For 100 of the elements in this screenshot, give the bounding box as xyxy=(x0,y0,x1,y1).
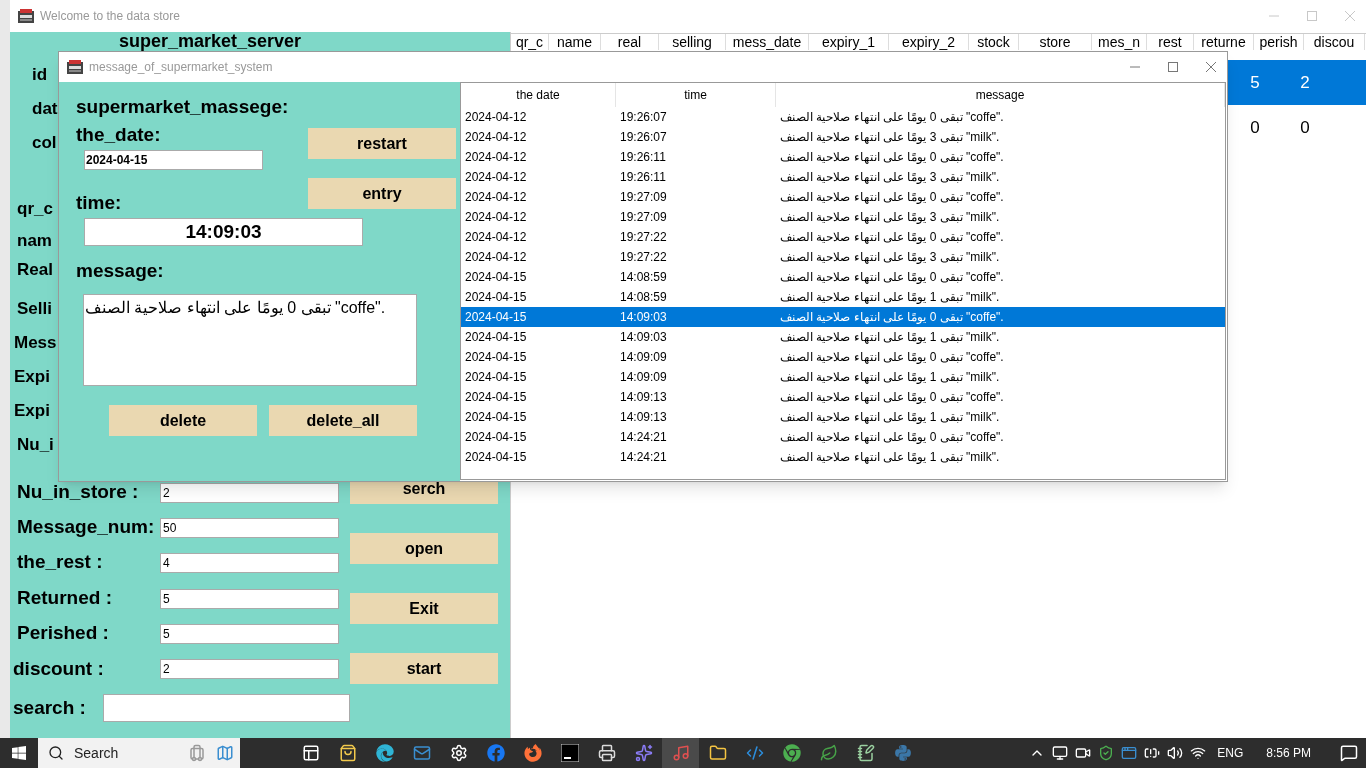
search-box[interactable]: Search xyxy=(38,738,240,768)
column-header[interactable]: discou xyxy=(1304,34,1365,50)
value-field[interactable]: 4 xyxy=(160,552,339,573)
time-field[interactable]: 14:09:03 xyxy=(84,218,363,246)
app-window-icon[interactable] xyxy=(1121,745,1138,761)
field-label: dat xyxy=(32,99,58,119)
field-label: time: xyxy=(76,192,123,214)
time-cell-text: 14:08:59 xyxy=(619,269,668,286)
time-cell-text: 14:09:03 xyxy=(619,309,668,326)
window-title: message_of_supermarket_system xyxy=(89,59,274,76)
field-label: qr_c xyxy=(17,199,53,219)
action-button[interactable]: delete xyxy=(109,405,257,436)
message-cell-text: تبقى 0 يومًا على انتهاء صلاحية الصنف "coffe". xyxy=(779,389,1005,406)
table-cell-text: 0 xyxy=(1299,116,1311,139)
message-cell-text: تبقى 0 يومًا على انتهاء صلاحية الصنف "coffe". xyxy=(779,309,1005,326)
clock[interactable]: 8:56 PM xyxy=(1266,744,1311,762)
camera-icon[interactable] xyxy=(1075,745,1092,761)
time-cell-text: 19:27:22 xyxy=(619,229,668,246)
message-field[interactable]: تبقى 0 يومًا على انتهاء صلاحية الصنف "coffe". xyxy=(83,294,417,386)
close-icon[interactable] xyxy=(1205,61,1217,73)
message-cell-text: تبقى 0 يومًا على انتهاء صلاحية الصنف "coffe". xyxy=(779,269,1005,286)
message-cell-text: تبقى 3 يومًا على انتهاء صلاحية الصنف "milk". xyxy=(779,129,1001,146)
language-indicator[interactable]: ENG xyxy=(1217,744,1244,762)
field-label: Expi xyxy=(14,401,50,421)
date-field[interactable]: 2024-04-15 xyxy=(84,150,263,170)
value-field[interactable]: 50 xyxy=(160,517,339,538)
field-label: col xyxy=(32,133,57,153)
window-title: Welcome to the data store xyxy=(40,8,181,25)
notification-icon[interactable] xyxy=(1340,744,1358,762)
time-cell-text: 14:24:21 xyxy=(619,429,668,446)
time-cell-text: 14:09:03 xyxy=(619,329,668,346)
field-label: the_rest : xyxy=(16,550,104,575)
time-cell-text: 14:09:13 xyxy=(619,389,668,406)
date-cell-text: 2024-04-15 xyxy=(464,449,528,466)
field-label: Selli xyxy=(17,299,52,319)
time-cell-text: 14:24:21 xyxy=(619,449,668,466)
luggage-icon xyxy=(188,744,206,762)
value-field[interactable]: 2 xyxy=(160,659,339,679)
monitor-icon[interactable] xyxy=(1052,745,1069,761)
battery-icon[interactable] xyxy=(1144,745,1161,761)
search-field[interactable] xyxy=(103,694,350,722)
message-cell-text: تبقى 1 يومًا على انتهاء صلاحية الصنف "milk". xyxy=(779,409,1001,426)
action-button[interactable]: Exit xyxy=(350,593,498,624)
time-cell-text: 19:26:11 xyxy=(619,169,667,186)
message-cell-text: تبقى 0 يومًا على انتهاء صلاحية الصنف "coffe". xyxy=(779,109,1005,126)
map-icon xyxy=(216,744,234,762)
field-label: Real xyxy=(17,260,53,280)
date-cell-text: 2024-04-15 xyxy=(464,349,528,366)
column-header[interactable]: perish xyxy=(1254,34,1304,50)
column-header[interactable]: message xyxy=(776,83,1225,107)
message-cell-text: تبقى 0 يومًا على انتهاء صلاحية الصنف "coffe". xyxy=(779,149,1005,166)
maximize-icon[interactable] xyxy=(1167,61,1179,73)
date-cell-text: 2024-04-15 xyxy=(464,309,528,326)
action-button[interactable]: entry xyxy=(308,178,456,209)
column-header[interactable]: the date xyxy=(461,83,616,107)
message-cell-text: تبقى 0 يومًا على انتهاء صلاحية الصنف "coffe". xyxy=(779,189,1005,206)
field-label: Perished : xyxy=(16,621,110,646)
message-cell-text: تبقى 3 يومًا على انتهاء صلاحية الصنف "milk". xyxy=(779,209,1001,226)
field-label: nam xyxy=(17,231,52,251)
table-cell-text: 5 xyxy=(1249,71,1261,94)
value-field[interactable]: 2 xyxy=(160,482,339,503)
windows-icon xyxy=(11,745,27,761)
message-cell-text: تبقى 3 يومًا على انتهاء صلاحية الصنف "milk". xyxy=(779,169,1001,186)
action-button[interactable]: delete_all xyxy=(269,405,417,436)
message-cell-text: تبقى 0 يومًا على انتهاء صلاحية الصنف "coffe". xyxy=(779,349,1005,366)
message-cell-text: تبقى 3 يومًا على انتهاء صلاحية الصنف "milk". xyxy=(779,249,1001,266)
field-label: Expi xyxy=(14,367,50,387)
field-label: Nu_in_store : xyxy=(16,480,140,505)
column-header[interactable]: time xyxy=(616,83,776,107)
date-cell-text: 2024-04-12 xyxy=(464,229,528,246)
time-cell-text: 19:27:09 xyxy=(619,209,668,226)
message-cell-text: تبقى 0 يومًا على انتهاء صلاحية الصنف "coffe". xyxy=(779,229,1005,246)
action-button[interactable]: restart xyxy=(308,128,456,159)
shield-icon[interactable] xyxy=(1098,745,1115,761)
field-label: Returned : xyxy=(16,586,113,611)
value-field[interactable]: 5 xyxy=(160,623,339,644)
action-button[interactable]: start xyxy=(350,653,498,684)
date-cell-text: 2024-04-15 xyxy=(464,269,528,286)
date-cell-text: 2024-04-12 xyxy=(464,209,528,226)
wifi-icon[interactable] xyxy=(1190,745,1207,761)
volume-icon[interactable] xyxy=(1167,745,1184,761)
field-label: id xyxy=(32,65,48,85)
form-heading: supermarket_massege: xyxy=(76,96,290,118)
time-cell-text: 14:09:09 xyxy=(619,349,668,366)
date-cell-text: 2024-04-12 xyxy=(464,149,528,166)
panel-heading: super_market_server xyxy=(118,32,302,51)
time-cell-text: 19:27:09 xyxy=(619,189,668,206)
date-cell-text: 2024-04-15 xyxy=(464,289,528,306)
action-button[interactable]: open xyxy=(350,533,498,564)
field-label: message: xyxy=(76,260,165,282)
date-cell-text: 2024-04-15 xyxy=(464,409,528,426)
field-label: the_date: xyxy=(76,124,162,146)
date-cell-text: 2024-04-15 xyxy=(464,329,528,346)
date-cell-text: 2024-04-15 xyxy=(464,369,528,386)
field-label: Message_num: xyxy=(16,515,156,540)
search-icon xyxy=(48,745,64,761)
value-field[interactable]: 5 xyxy=(160,588,339,609)
message-cell-text: تبقى 0 يومًا على انتهاء صلاحية الصنف "coffe". xyxy=(779,429,1005,446)
date-cell-text: 2024-04-15 xyxy=(464,429,528,446)
date-cell-text: 2024-04-15 xyxy=(464,389,528,406)
